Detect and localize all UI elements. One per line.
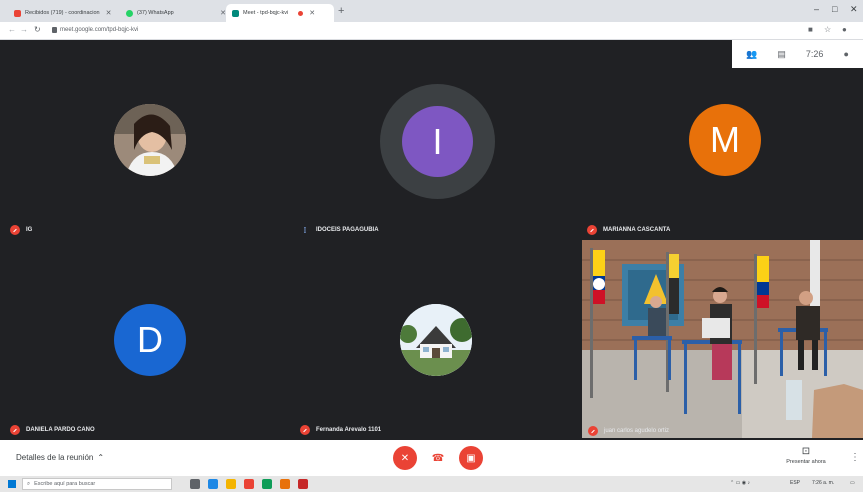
notification-icon[interactable]: ▭ xyxy=(850,480,855,486)
mic-toggle-button[interactable]: ✕ xyxy=(393,446,417,470)
recording-dot-icon xyxy=(298,10,304,16)
lock-icon xyxy=(52,27,57,33)
classroom-video xyxy=(582,240,863,438)
back-icon[interactable]: ← xyxy=(8,25,16,34)
more-options-icon[interactable]: ⋮ xyxy=(850,452,860,463)
reload-icon[interactable]: ↻ xyxy=(34,25,41,34)
mic-off-icon: ✕ xyxy=(400,452,410,464)
star-icon[interactable]: ☆ xyxy=(824,25,831,34)
participant-video-tile[interactable]: juan carlos agudelo ortiz xyxy=(582,240,863,438)
windows-start-icon[interactable] xyxy=(8,480,16,488)
app-icon[interactable] xyxy=(298,479,308,489)
taskbar-search-box[interactable]: ⌕ Escribe aquí para buscar xyxy=(22,478,172,490)
participant-tile[interactable]: IG xyxy=(0,40,290,240)
avatar: I xyxy=(402,106,473,177)
hang-up-icon: ☎ xyxy=(431,452,445,464)
close-window-button[interactable]: ✕ xyxy=(850,4,858,15)
minimize-button[interactable]: – xyxy=(814,4,819,14)
edge-icon[interactable] xyxy=(208,479,218,489)
tab-gmail[interactable]: Recibidos (719) - coordinacion ✕ xyxy=(8,4,120,22)
close-icon[interactable]: ✕ xyxy=(106,9,112,17)
avatar-initial: D xyxy=(137,319,163,360)
audio-level-icon: ⁞ xyxy=(303,225,307,235)
screen: Recibidos (719) - coordinacion ✕ (37) Wh… xyxy=(0,0,863,492)
meeting-controls-bar: Detalles de la reunión ⌃ ✕ ☎ ▣ ⊡ Present… xyxy=(0,440,863,476)
mic-off-icon xyxy=(587,225,597,235)
leave-call-button[interactable]: ☎ xyxy=(426,446,450,470)
profile-photo xyxy=(400,304,472,376)
browser-tab-strip: Recibidos (719) - coordinacion ✕ (37) Wh… xyxy=(0,0,863,22)
windows-taskbar: ⌕ Escribe aquí para buscar ⌃ ▭ ◉ ♪ ESP 7… xyxy=(0,476,863,492)
meeting-clock: 7:26 xyxy=(805,49,824,59)
avatar xyxy=(114,104,186,176)
camera-toggle-button[interactable]: ▣ xyxy=(459,446,483,470)
meeting-details-label: Detalles de la reunión xyxy=(16,453,94,462)
avatar-initial: I xyxy=(432,120,443,162)
participant-name-row: MARIANNA CASCANTA xyxy=(587,225,670,235)
people-icon[interactable]: 👥 xyxy=(746,49,757,60)
participant-name: Fernanda Arevalo 1101 xyxy=(316,427,382,433)
search-icon: ⌕ xyxy=(27,480,31,487)
meet-icon xyxy=(232,9,239,17)
taskbar-clock[interactable]: 7:26 a. m. xyxy=(812,480,834,486)
tab-label: (37) WhatsApp xyxy=(137,10,174,16)
app-icon[interactable] xyxy=(262,479,272,489)
participant-tile[interactable]: Fernanda Arevalo 1101 xyxy=(290,240,582,440)
participant-tile[interactable]: I ⁞ IDOCEIS PAGAGUBIA xyxy=(290,40,582,240)
tab-label: Meet - tpd-bqjc-kvi xyxy=(243,10,289,16)
tab-meet[interactable]: Meet - tpd-bqjc-kvi ✕ xyxy=(226,4,334,22)
whatsapp-icon xyxy=(126,9,133,17)
participant-name: IDOCEIS PAGAGUBIA xyxy=(316,227,379,233)
avatar-initial: M xyxy=(710,119,740,160)
camera-off-icon: ▣ xyxy=(466,452,476,464)
participant-name: DANIELA PARDO CANO xyxy=(26,427,95,433)
app-icon[interactable] xyxy=(244,479,254,489)
mic-off-icon xyxy=(10,225,20,235)
participant-name: juan carlos agudelo ortiz xyxy=(604,428,670,434)
gmail-icon xyxy=(14,9,21,17)
mic-off-icon xyxy=(588,426,598,436)
address-bar: ← → ↻ meet.google.com/tpd-bqjc-kvi ■ ☆ ● xyxy=(0,22,863,40)
participant-name-row: Fernanda Arevalo 1101 xyxy=(300,425,381,435)
participant-tile[interactable]: M MARIANNA CASCANTA xyxy=(582,40,863,240)
participant-tile[interactable]: D DANIELA PARDO CANO xyxy=(0,240,290,440)
search-placeholder: Escribe aquí para buscar xyxy=(34,481,96,487)
tab-label: Recibidos (719) - coordinacion xyxy=(25,10,100,16)
participant-name-row: ⁞ IDOCEIS PAGAGUBIA xyxy=(300,225,379,235)
present-label: Presentar ahora xyxy=(786,459,826,465)
close-icon[interactable]: ✕ xyxy=(309,9,315,17)
present-screen-icon: ⊡ xyxy=(801,446,811,457)
mic-off-icon xyxy=(10,425,20,435)
camera-permission-icon[interactable]: ■ xyxy=(808,25,813,34)
tab-whatsapp[interactable]: (37) WhatsApp ✕ xyxy=(120,4,232,22)
chat-icon[interactable]: ▤ xyxy=(777,49,786,60)
system-tray-icons[interactable]: ⌃ ▭ ◉ ♪ xyxy=(730,480,750,486)
chevron-up-icon: ⌃ xyxy=(97,453,105,462)
url-field[interactable]: meet.google.com/tpd-bqjc-kvi xyxy=(60,27,138,33)
chrome-icon[interactable] xyxy=(280,479,290,489)
meeting-details-button[interactable]: Detalles de la reunión ⌃ xyxy=(16,453,104,462)
participant-name: IG xyxy=(26,227,33,233)
file-explorer-icon[interactable] xyxy=(226,479,236,489)
language-indicator[interactable]: ESP xyxy=(790,480,800,486)
participant-name: MARIANNA CASCANTA xyxy=(603,227,671,233)
task-view-icon[interactable] xyxy=(190,479,200,489)
participant-name-row: IG xyxy=(10,225,32,235)
self-avatar-icon[interactable]: ● xyxy=(843,49,848,59)
forward-icon[interactable]: → xyxy=(20,25,28,34)
profile-photo xyxy=(114,104,186,176)
avatar: M xyxy=(689,104,761,176)
avatar: D xyxy=(114,304,186,376)
present-now-button[interactable]: ⊡ Presentar ahora xyxy=(780,446,832,465)
avatar xyxy=(400,304,472,376)
participant-name-row: juan carlos agudelo ortiz xyxy=(588,426,669,436)
meeting-top-overlay: 👥 ▤ 7:26 ● xyxy=(732,40,863,68)
mic-off-icon xyxy=(300,425,310,435)
profile-icon[interactable]: ● xyxy=(842,25,847,34)
participant-name-row: DANIELA PARDO CANO xyxy=(10,425,95,435)
new-tab-button[interactable]: + xyxy=(338,5,344,17)
maximize-button[interactable]: □ xyxy=(832,4,837,14)
